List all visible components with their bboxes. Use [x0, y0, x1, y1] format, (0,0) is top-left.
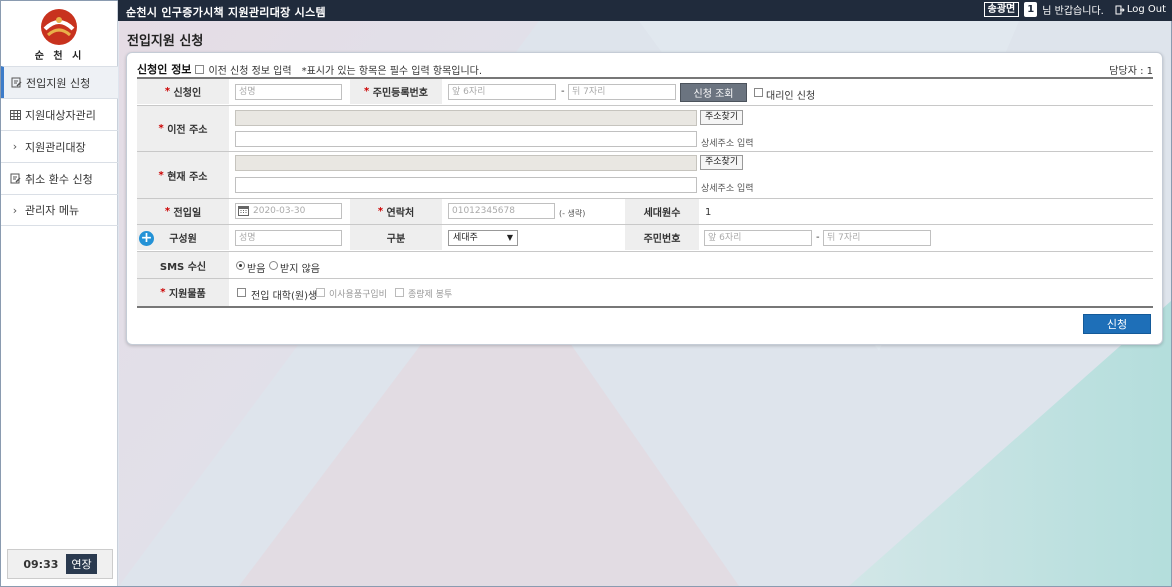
- current-detail-address-hint: 상세주소 입력: [701, 184, 754, 194]
- user-name-badge: 송광면: [983, 2, 1020, 17]
- proxy-label: 대리인 신청: [766, 91, 816, 102]
- greeting-text: 님 반갑습니다.: [1042, 6, 1104, 17]
- student-support-label: 전입 대학(원)생: [251, 291, 318, 302]
- chevron-right-icon: ›: [12, 140, 18, 153]
- divider: [137, 151, 1153, 152]
- prev-detail-address-hint: 상세주소 입력: [701, 139, 754, 149]
- divider: [137, 278, 1153, 279]
- garbage-bag-label: 종량제 봉투: [408, 290, 453, 300]
- divider: [137, 77, 1153, 79]
- resident-no-label: * 주민등록번호: [350, 79, 442, 104]
- document-edit-icon: [9, 173, 21, 184]
- sms-decline-radio[interactable]: [269, 261, 278, 270]
- relation-label: 구분: [350, 225, 442, 250]
- dash-separator: -: [561, 86, 565, 97]
- relation-select[interactable]: 세대주 ▼: [448, 230, 518, 246]
- member-resident-back-input[interactable]: 뒤 7자리: [823, 230, 931, 246]
- resident-no-front-input[interactable]: 앞 6자리: [448, 84, 556, 100]
- student-support-checkbox[interactable]: [237, 288, 246, 297]
- required-note: *표시가 있는 항목은 필수 입력 항목입니다.: [301, 65, 483, 77]
- section-title: 신청인 정보: [137, 63, 192, 76]
- current-address-label: * 현재 주소: [137, 152, 229, 198]
- sms-receive-radio[interactable]: [236, 261, 245, 270]
- resident-no-back-input[interactable]: 뒤 7자리: [568, 84, 676, 100]
- divider: [137, 251, 1153, 252]
- dropdown-arrow-icon: ▼: [506, 233, 513, 242]
- sidebar-item-label: 전입지원 신청: [26, 76, 91, 90]
- prev-info-checkbox[interactable]: [195, 64, 205, 74]
- contact-input[interactable]: 01012345678: [448, 203, 555, 219]
- dash-separator: -: [816, 232, 820, 243]
- moving-goods-checkbox[interactable]: [316, 288, 325, 297]
- prev-info-label: 이전 신청 정보 입력: [208, 65, 292, 77]
- calendar-icon[interactable]: [238, 205, 249, 216]
- add-member-button[interactable]: +: [139, 231, 154, 246]
- sidebar-item-label: 지원대상자관리: [25, 108, 96, 122]
- contact-hint: (- 생략): [559, 209, 586, 218]
- sidebar-item-move-in-application[interactable]: 전입지원 신청: [1, 66, 118, 98]
- logout-icon: [1115, 5, 1125, 14]
- sidebar-item-label: 취소 환수 신청: [25, 172, 93, 186]
- sidebar-item-label: 지원관리대장: [25, 140, 86, 154]
- sms-receive-label: 받음: [247, 264, 266, 275]
- prev-address-input[interactable]: [235, 110, 697, 126]
- applicant-name-input[interactable]: 성명: [235, 84, 342, 100]
- member-name-input[interactable]: 성명: [235, 230, 342, 246]
- contact-label: * 연락처: [350, 199, 442, 224]
- sidebar: 순 천 시 전입지원 신청 지원대상자관리 › 지원관리대장 취소 환수 신청 …: [1, 1, 118, 586]
- move-date-input[interactable]: 2020-03-30: [235, 203, 342, 219]
- applicant-label: * 신청인: [137, 79, 229, 104]
- page-title: 전입지원 신청: [127, 34, 204, 49]
- current-find-address-button[interactable]: 주소찾기: [700, 155, 744, 170]
- document-edit-icon: [10, 77, 22, 88]
- relation-select-value: 세대주: [453, 233, 478, 243]
- sms-label: SMS 수신: [137, 252, 229, 278]
- session-timer: 09:33 연장: [7, 549, 113, 579]
- current-detail-address-input[interactable]: [235, 177, 697, 193]
- user-area: 송광면 1 님 반갑습니다. Log Out: [983, 2, 1166, 17]
- sidebar-item-label: 관리자 메뉴: [25, 204, 80, 217]
- garbage-bag-checkbox[interactable]: [395, 288, 404, 297]
- city-logo-text: 순 천 시: [34, 51, 85, 62]
- prev-detail-address-input[interactable]: [235, 131, 697, 147]
- form-header: 신청인 정보 이전 신청 정보 입력 *표시가 있는 항목은 필수 입력 항목입…: [137, 61, 1153, 77]
- table-icon: [9, 109, 21, 120]
- lookup-button[interactable]: 신청 조회: [680, 83, 747, 102]
- member-resident-no-label: 주민번호: [625, 225, 699, 250]
- sidebar-item-cancel-refund[interactable]: 취소 환수 신청: [1, 162, 118, 194]
- suncheon-emblem-icon: [41, 9, 77, 45]
- support-item-label: * 지원물품: [137, 279, 229, 306]
- divider: [137, 105, 1153, 106]
- chevron-right-icon: ›: [12, 203, 18, 217]
- divider: [137, 306, 1153, 308]
- app-title: 순천시 인구증가시책 지원관리대장 시스템: [126, 6, 326, 19]
- prev-find-address-button[interactable]: 주소찾기: [700, 110, 744, 125]
- household-count-label: 세대원수: [625, 199, 699, 224]
- current-address-input[interactable]: [235, 155, 697, 171]
- top-bar: 순천시 인구증가시책 지원관리대장 시스템 송광면 1 님 반갑습니다. Log…: [118, 0, 1172, 21]
- sidebar-item-support-ledger[interactable]: › 지원관리대장: [1, 130, 118, 162]
- member-resident-front-input[interactable]: 앞 6자리: [704, 230, 812, 246]
- sidebar-item-admin-menu[interactable]: › 관리자 메뉴: [1, 194, 118, 226]
- session-time: 09:33: [23, 557, 59, 571]
- submit-button[interactable]: 신청: [1083, 314, 1151, 334]
- manager-label: 담당자 : 1: [1109, 65, 1153, 77]
- sms-decline-label: 받지 않음: [280, 264, 320, 275]
- household-count-value: 1: [705, 207, 712, 218]
- move-date-label: * 전입일: [137, 199, 229, 224]
- application-form-panel: 신청인 정보 이전 신청 정보 입력 *표시가 있는 항목은 필수 입력 항목입…: [126, 52, 1163, 345]
- logout-label: Log Out: [1126, 4, 1166, 15]
- extend-session-button[interactable]: 연장: [66, 554, 97, 574]
- count-badge: 1: [1024, 2, 1038, 17]
- logout-button[interactable]: Log Out: [1115, 4, 1166, 15]
- sidebar-item-support-targets[interactable]: 지원대상자관리: [1, 98, 118, 130]
- moving-goods-label: 이사용품구입비: [329, 290, 387, 300]
- city-logo: 순 천 시: [1, 1, 117, 66]
- proxy-checkbox[interactable]: [754, 88, 763, 97]
- prev-address-label: * 이전 주소: [137, 106, 229, 151]
